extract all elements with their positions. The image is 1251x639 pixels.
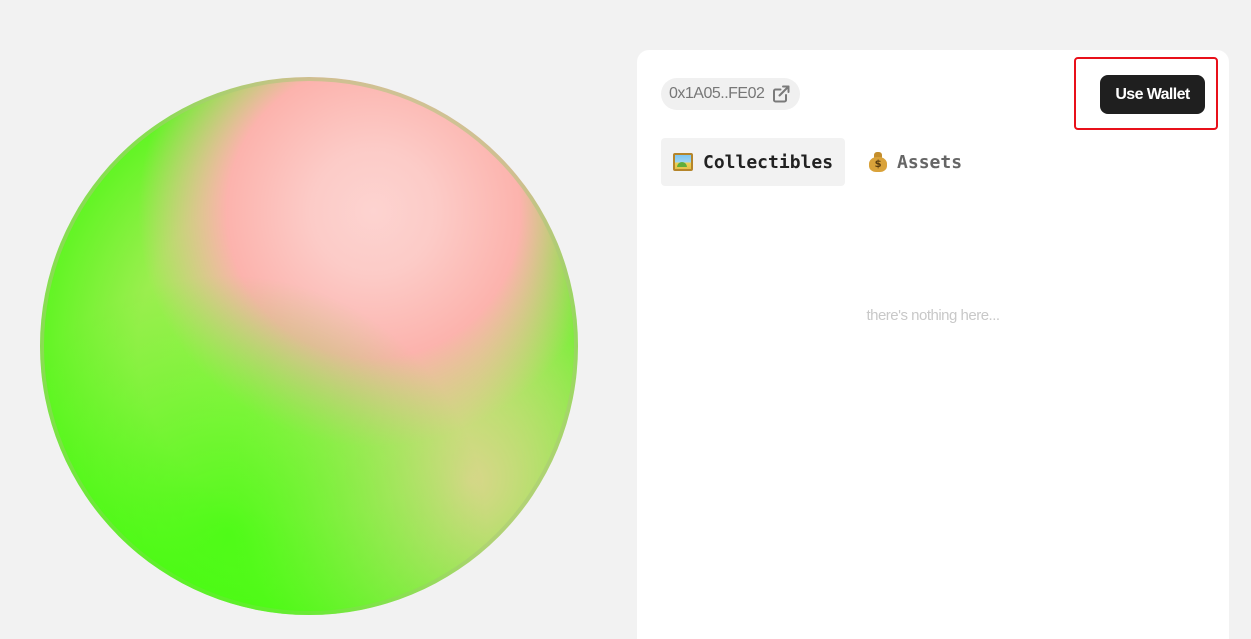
use-wallet-button[interactable]: Use Wallet: [1100, 75, 1205, 114]
empty-state-message: there's nothing here...: [866, 307, 1000, 324]
framed-picture-icon: [673, 153, 693, 171]
wallet-address-chip[interactable]: 0x1A05..FE02: [661, 78, 801, 110]
tab-assets-label: Assets: [897, 151, 963, 173]
tab-collectibles-label: Collectibles: [703, 151, 834, 173]
money-bag-icon: $: [869, 152, 888, 172]
wallet-avatar-orb: [40, 77, 578, 615]
wallet-address-text: 0x1A05..FE02: [669, 85, 765, 102]
tab-collectibles[interactable]: Collectibles: [661, 138, 846, 186]
external-link-icon[interactable]: [772, 85, 790, 103]
app-root: 0x1A05..FE02 Use Wallet Collectibles $ A…: [0, 0, 1251, 639]
tab-assets[interactable]: $ Assets: [857, 138, 974, 186]
wallet-panel: 0x1A05..FE02 Use Wallet Collectibles $ A…: [637, 50, 1229, 639]
panel-tabs: Collectibles $ Assets: [661, 138, 974, 186]
